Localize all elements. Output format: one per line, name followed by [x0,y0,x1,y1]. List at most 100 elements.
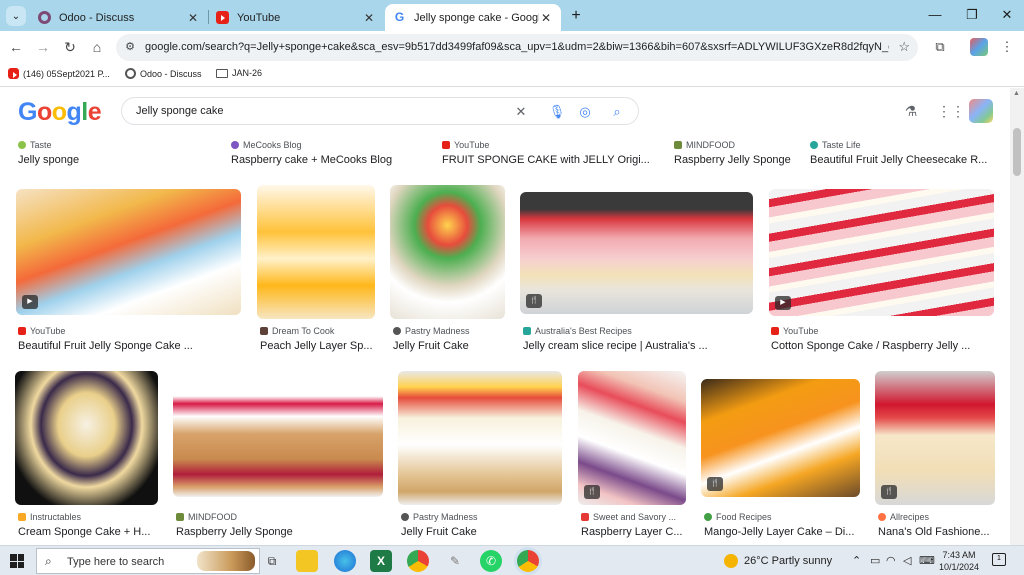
edge-browser-icon[interactable] [334,550,356,572]
bookmark-youtube[interactable]: (146) 05Sept2021 P... [8,68,110,79]
page-scrollbar[interactable]: ▲ [1010,88,1024,545]
result-image[interactable] [390,185,505,319]
result-title[interactable]: Jelly sponge [18,154,218,166]
result-title[interactable]: Cream Sponge Cake + H... [18,526,158,538]
restore-icon[interactable]: ❐ [963,6,981,24]
search-icon[interactable]: ⌕ [608,103,626,121]
result-image[interactable] [173,371,383,497]
result-title[interactable]: Jelly Fruit Cake [401,526,561,538]
taskbar-search-box[interactable]: ⌕ Type here to search [36,548,260,574]
scrollbar-thumb[interactable] [1013,128,1021,176]
result-source[interactable]: YouTube [442,140,489,150]
keyboard-ime-icon[interactable]: ⌨ [919,554,935,567]
home-icon[interactable]: ⌂ [87,37,107,57]
tray-app-icon[interactable]: ▭ [870,554,880,567]
system-clock[interactable]: 7:43 AM 10/1/2024 [936,549,982,573]
result-image[interactable] [257,185,375,319]
result-image[interactable] [15,371,158,505]
chrome-icon[interactable] [407,550,429,572]
account-avatar[interactable] [969,99,993,123]
result-source[interactable]: Allrecipes [878,512,929,522]
close-tab-icon[interactable]: ✕ [362,11,376,25]
extensions-puzzle-icon[interactable]: ⧉ [931,38,949,56]
reload-icon[interactable]: ↻ [60,37,80,57]
voice-search-mic-icon[interactable]: 🎙 [548,103,566,121]
show-hidden-icons-chevron-icon[interactable]: ⌃ [852,554,861,567]
kebab-menu-icon[interactable]: ⋮ [998,38,1016,56]
result-title[interactable]: Raspberry Jelly Sponge [176,526,381,538]
tab-search-chevron-icon[interactable]: ⌄ [6,6,26,26]
result-source[interactable]: YouTube [18,326,65,336]
result-source[interactable]: Pastry Madness [393,326,470,336]
result-title[interactable]: Jelly cream slice recipe | Australia's .… [523,340,753,352]
result-image[interactable] [398,371,562,505]
paint-icon[interactable]: ✎ [444,550,466,572]
bookmark-odoo[interactable]: Odoo - Discuss [125,68,202,79]
labs-flask-icon[interactable]: ⚗ [901,101,921,121]
result-title[interactable]: FRUIT SPONGE CAKE with JELLY Origi... [442,154,652,166]
result-image[interactable]: ▶ [16,189,241,315]
new-tab-button[interactable]: + [566,6,586,26]
weather-widget[interactable]: 26°C Partly sunny [724,554,832,568]
result-title[interactable]: Raspberry cake + MeCooks Blog [231,154,431,166]
result-image[interactable]: 🍴 [875,371,995,505]
whatsapp-icon[interactable]: ✆ [480,550,502,572]
back-arrow-icon[interactable]: ← [6,37,26,57]
search-query[interactable]: Jelly sponge cake [136,105,223,117]
site-settings-icon[interactable]: ⚙ [122,39,138,55]
result-title[interactable]: Raspberry Layer C... [581,526,687,538]
bookmark-folder-jan26[interactable]: JAN-26 [216,68,262,78]
result-source[interactable]: YouTube [771,326,818,336]
result-title[interactable]: Peach Jelly Layer Sp... [260,340,378,352]
result-image[interactable]: 🍴 [578,371,686,505]
chrome-active-icon[interactable] [517,550,539,572]
result-title[interactable]: Cotton Sponge Cake / Raspberry Jelly ... [771,340,993,352]
source-label: Australia's Best Recipes [535,326,632,336]
result-image[interactable]: 🍴 [520,192,753,314]
result-source[interactable]: Instructables [18,512,81,522]
result-source[interactable]: Taste [18,140,52,150]
result-source[interactable]: MeCooks Blog [231,140,302,150]
profile-icon[interactable] [970,38,988,56]
scroll-up-arrow-icon[interactable]: ▲ [1013,90,1020,97]
excel-icon[interactable]: X [370,550,392,572]
google-search-box[interactable]: Jelly sponge cake ✕ 🎙 ◎ ⌕ [121,97,639,125]
result-title[interactable]: Beautiful Fruit Jelly Sponge Cake ... [18,340,240,352]
result-title[interactable]: Mango-Jelly Layer Cake – Di... [704,526,862,538]
minimize-icon[interactable]: — [926,6,944,24]
tab-google-search[interactable]: G Jelly sponge cake - Google Sea ✕ [385,4,561,31]
result-source[interactable]: Australia's Best Recipes [523,326,632,336]
address-url[interactable]: google.com/search?q=Jelly+sponge+cake&sc… [145,41,889,53]
notifications-icon[interactable]: 1 [992,553,1006,566]
close-tab-icon[interactable]: ✕ [539,11,553,25]
bookmark-star-icon[interactable]: ☆ [898,39,910,55]
lens-camera-icon[interactable]: ◎ [576,103,594,121]
result-source[interactable]: MINDFOOD [674,140,735,150]
result-source[interactable]: Sweet and Savory ... [581,512,676,522]
windows-start-icon[interactable] [10,554,24,568]
result-source[interactable]: Pastry Madness [401,512,478,522]
address-bar[interactable]: ⚙ google.com/search?q=Jelly+sponge+cake&… [116,34,918,61]
tab-odoo-discuss[interactable]: Odoo - Discuss ✕ [30,4,208,31]
result-source[interactable]: Food Recipes [704,512,772,522]
apps-grid-icon[interactable]: ⋮⋮ [937,101,965,121]
clear-search-icon[interactable]: ✕ [512,103,530,121]
result-image[interactable]: 🍴 [701,379,860,497]
task-view-icon[interactable]: ⧉ [261,550,283,572]
file-explorer-icon[interactable] [296,550,318,572]
result-source[interactable]: MINDFOOD [176,512,237,522]
result-title[interactable]: Raspberry Jelly Sponge [674,154,799,166]
result-source[interactable]: Dream To Cook [260,326,334,336]
result-source[interactable]: Taste Life [810,140,861,150]
google-logo[interactable]: Google [18,98,102,127]
network-wifi-icon[interactable]: ◠ [886,554,896,567]
result-title[interactable]: Beautiful Fruit Jelly Cheesecake R... [810,154,990,166]
result-image[interactable]: ▶ [769,189,994,316]
tab-youtube[interactable]: YouTube ✕ [208,4,384,31]
result-title[interactable]: Jelly Fruit Cake [393,340,508,352]
close-tab-icon[interactable]: ✕ [186,11,200,25]
speaker-volume-icon[interactable]: ◁ [903,554,911,567]
close-window-icon[interactable]: ✕ [998,6,1016,24]
result-title[interactable]: Nana's Old Fashione... [878,526,996,538]
forward-arrow-icon[interactable]: → [33,37,53,57]
